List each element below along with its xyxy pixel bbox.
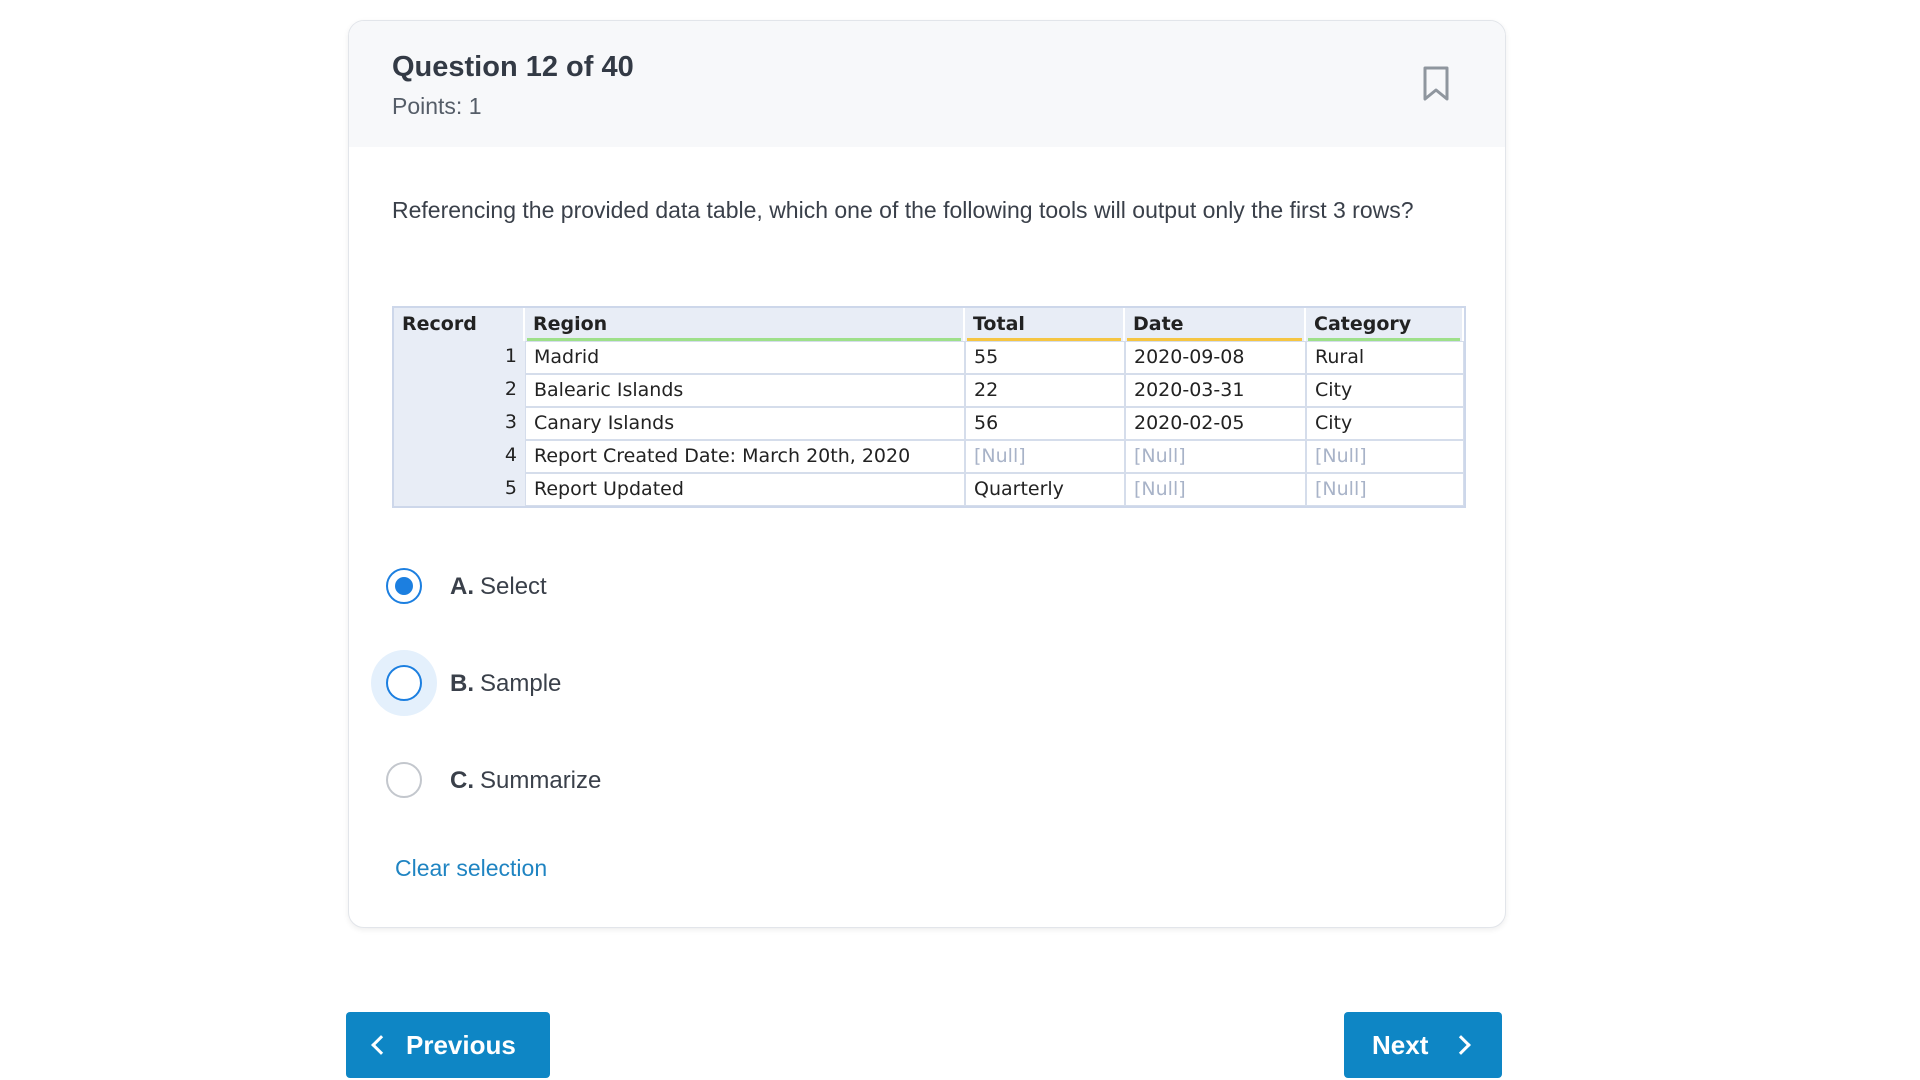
table-cell: [Null]	[965, 440, 1125, 473]
column-header: Category	[1306, 308, 1464, 341]
table-cell: [Null]	[1306, 473, 1464, 506]
table-cell: 5	[394, 473, 525, 506]
table-cell: 55	[965, 341, 1125, 374]
question-card: Question 12 of 40 Points: 1 Referencing …	[348, 20, 1506, 928]
question-points: Points: 1	[392, 93, 482, 119]
table-cell: [Null]	[1125, 440, 1306, 473]
table-row: 3 Canary Islands 56 2020-02-05 City	[394, 407, 1464, 440]
option-b[interactable]: B. Sample	[371, 650, 785, 716]
question-title: Question 12 of 40	[392, 51, 634, 83]
table-cell: Madrid	[525, 341, 965, 374]
chevron-left-icon	[371, 1035, 391, 1055]
option-c-label[interactable]: C. Summarize	[450, 767, 601, 795]
table-row: 1 Madrid 55 2020-09-08 Rural	[394, 341, 1464, 374]
table-cell: 3	[394, 407, 525, 440]
table-cell: [Null]	[1306, 440, 1464, 473]
option-a-label[interactable]: A. Select	[450, 573, 547, 601]
table-cell: 22	[965, 374, 1125, 407]
table-cell: [Null]	[1125, 473, 1306, 506]
radio-button-a[interactable]	[386, 568, 422, 604]
table-row: 4 Report Created Date: March 20th, 2020 …	[394, 440, 1464, 473]
clear-selection-link[interactable]: Clear selection	[395, 855, 547, 882]
radio-button-b[interactable]	[386, 665, 422, 701]
next-button[interactable]: Next	[1344, 1012, 1502, 1078]
table-cell: City	[1306, 407, 1464, 440]
data-table-header: Record Region Total Date Category	[394, 308, 1464, 341]
table-cell: 2020-02-05	[1125, 407, 1306, 440]
table-cell: Quarterly	[965, 473, 1125, 506]
bookmark-icon[interactable]	[1421, 65, 1451, 103]
column-header: Total	[965, 308, 1125, 341]
table-cell: Report Created Date: March 20th, 2020	[525, 440, 965, 473]
column-header: Record	[394, 308, 525, 341]
table-cell: Canary Islands	[525, 407, 965, 440]
table-row: 2 Balearic Islands 22 2020-03-31 City	[394, 374, 1464, 407]
column-header: Region	[525, 308, 965, 341]
table-row: 5 Report Updated Quarterly [Null] [Null]	[394, 473, 1464, 506]
table-cell: 2	[394, 374, 525, 407]
chevron-right-icon	[1451, 1035, 1472, 1055]
option-b-label[interactable]: B. Sample	[450, 670, 561, 698]
table-cell: 2020-09-08	[1125, 341, 1306, 374]
question-text: Referencing the provided data table, whi…	[392, 197, 1414, 223]
option-a[interactable]: A. Select	[385, 561, 785, 611]
table-cell: Rural	[1306, 341, 1464, 374]
previous-label: Previous	[406, 1029, 516, 1060]
table-cell: 56	[965, 407, 1125, 440]
table-cell: 1	[394, 341, 525, 374]
data-table-image: Record Region Total Date Category 1 Madr…	[392, 306, 1466, 508]
radio-button-c[interactable]	[386, 762, 422, 798]
table-cell: Balearic Islands	[525, 374, 965, 407]
table-cell: 4	[394, 440, 525, 473]
previous-button[interactable]: Previous	[346, 1012, 550, 1078]
next-label: Next	[1372, 1029, 1429, 1060]
table-cell: 2020-03-31	[1125, 374, 1306, 407]
table-cell: City	[1306, 374, 1464, 407]
question-header: Question 12 of 40 Points: 1	[349, 21, 1505, 147]
option-c[interactable]: C. Summarize	[385, 755, 785, 805]
table-cell: Report Updated	[525, 473, 965, 506]
column-header: Date	[1125, 308, 1306, 341]
